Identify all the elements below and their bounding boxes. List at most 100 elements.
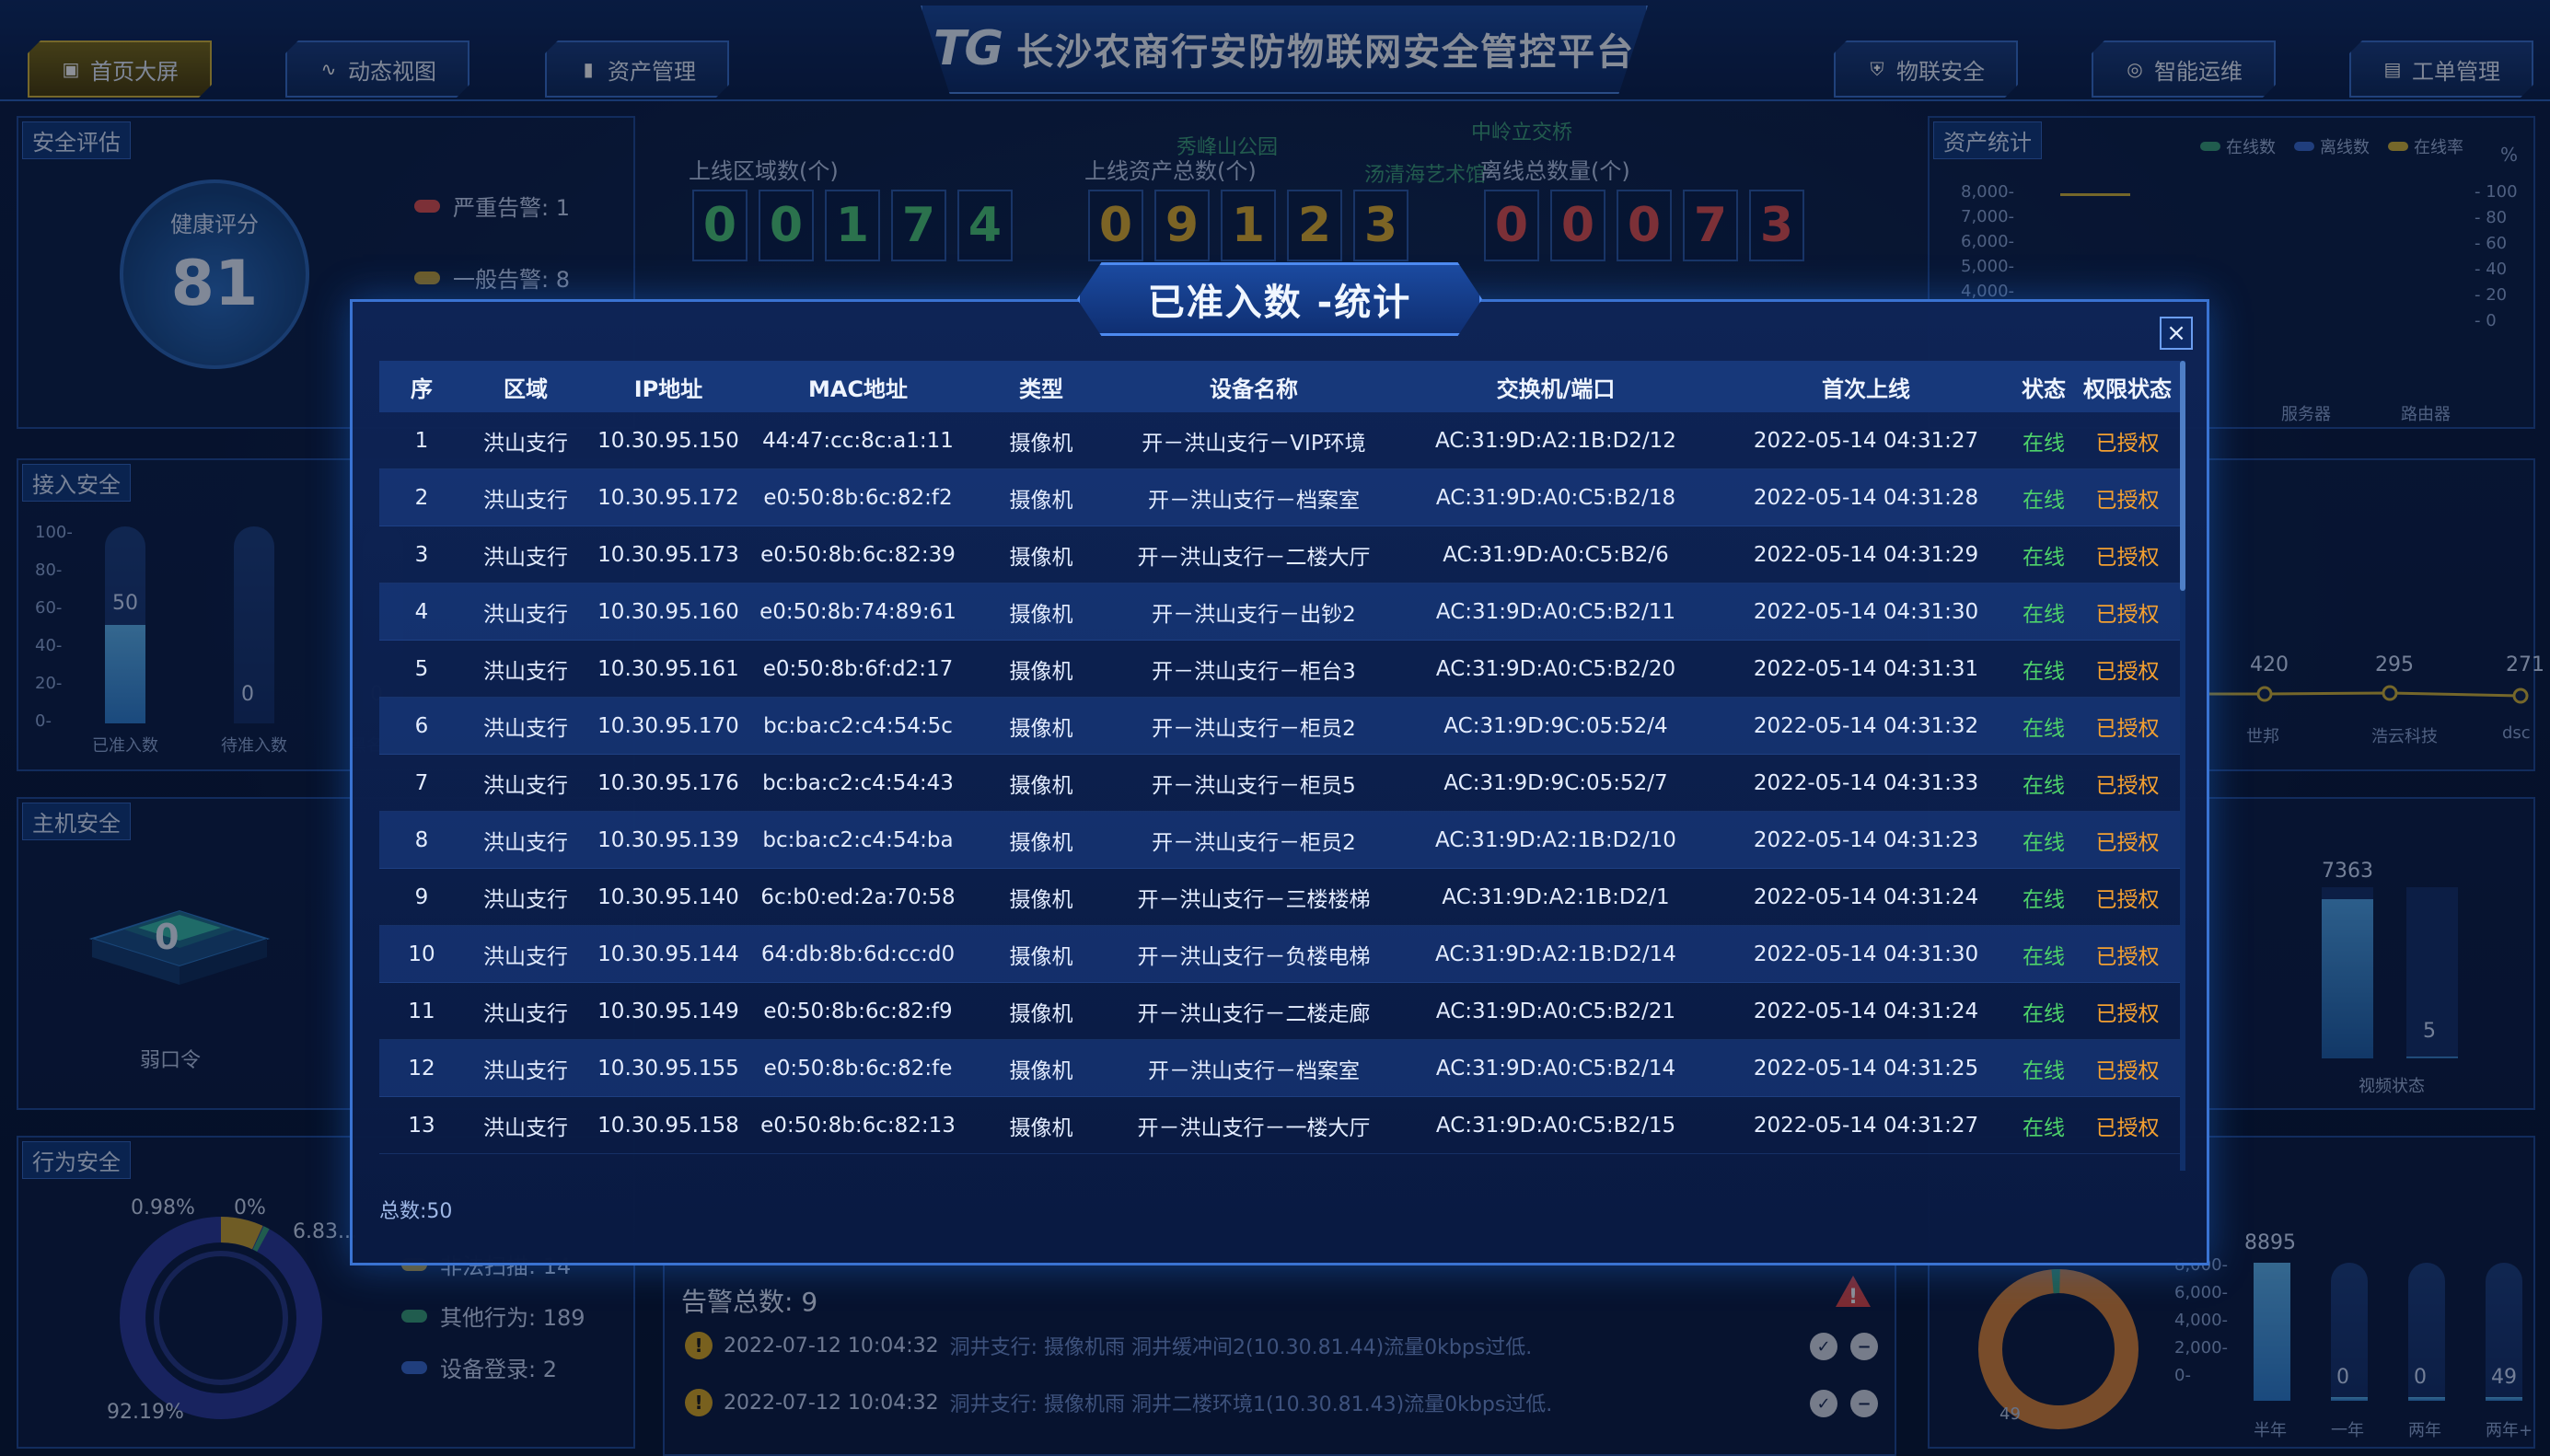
table-row[interactable]: 11 洪山支行 10.30.95.149 e0:50:8b:6c:82:f9 摄像机 开－…	[379, 983, 2180, 1040]
cell-ip: 10.30.95.149	[597, 999, 739, 1023]
cell-region: 洪山支行	[483, 602, 568, 627]
cell-port: AC:31:9D:9C:05:52/7	[1443, 770, 1668, 795]
table-row[interactable]: 10 洪山支行 10.30.95.144 64:db:8b:6d:cc:d0 摄像机 开－…	[379, 926, 2180, 983]
cell-type: 摄像机	[1009, 488, 1073, 513]
modal-title: 已准入数 -统计	[1147, 282, 1412, 324]
cell-name: 开－洪山支行－一楼大厅	[1137, 1115, 1371, 1140]
table-row[interactable]: 9 洪山支行 10.30.95.140 6c:b0:ed:2a:70:58 摄像机 开－洪…	[379, 869, 2180, 926]
cell-auth: 已授权	[2095, 773, 2160, 798]
cell-idx: 7	[414, 770, 429, 795]
cell-idx: 11	[408, 999, 435, 1023]
cell-status: 在线	[2023, 602, 2065, 627]
cell-idx: 8	[414, 827, 429, 852]
cell-region: 洪山支行	[483, 1001, 568, 1026]
cell-status: 在线	[2023, 887, 2065, 912]
cell-mac: e0:50:8b:6c:82:f2	[763, 485, 953, 510]
table-row[interactable]: 6 洪山支行 10.30.95.170 bc:ba:c2:c4:54:5c 摄像机 开－洪…	[379, 698, 2180, 755]
cell-port: AC:31:9D:A0:C5:B2/14	[1435, 1056, 1676, 1080]
cell-port: AC:31:9D:A0:C5:B2/21	[1435, 999, 1676, 1023]
cell-auth: 已授权	[2095, 602, 2160, 627]
cell-type: 摄像机	[1009, 659, 1073, 684]
cell-status: 在线	[2023, 545, 2065, 570]
cell-mac: 64:db:8b:6d:cc:d0	[760, 942, 956, 966]
table-body: 1 洪山支行 10.30.95.150 44:47:cc:8c:a1:11 摄像机 开－洪…	[379, 412, 2180, 1154]
column-header: 区域	[504, 376, 548, 402]
cell-port: AC:31:9D:A0:C5:B2/15	[1435, 1113, 1676, 1138]
column-header: 权限状态	[2083, 376, 2172, 402]
cell-status: 在线	[2023, 716, 2065, 741]
table-row[interactable]: 4 洪山支行 10.30.95.160 e0:50:8b:74:89:61 摄像机 开－洪…	[379, 584, 2180, 641]
column-header: 交换机/端口	[1496, 376, 1616, 402]
column-header: 首次上线	[1822, 376, 1910, 402]
cell-mac: 6c:b0:ed:2a:70:58	[760, 884, 956, 909]
cell-port: AC:31:9D:A0:C5:B2/20	[1435, 656, 1676, 681]
cell-ip: 10.30.95.140	[597, 884, 739, 909]
cell-idx: 12	[408, 1056, 435, 1080]
cell-mac: e0:50:8b:6c:82:f9	[763, 999, 953, 1023]
cell-port: AC:31:9D:A2:1B:D2/12	[1435, 428, 1676, 453]
modal-title-tab: 已准入数 -统计	[1077, 262, 1482, 336]
column-header: 序	[411, 376, 433, 402]
cell-auth: 已授权	[2095, 659, 2160, 684]
cell-ip: 10.30.95.176	[597, 770, 739, 795]
cell-type: 摄像机	[1009, 773, 1073, 798]
table-row[interactable]: 2 洪山支行 10.30.95.172 e0:50:8b:6c:82:f2 摄像机 开－洪…	[379, 469, 2180, 526]
table-row[interactable]: 8 洪山支行 10.30.95.139 bc:ba:c2:c4:54:ba 摄像机 开－洪…	[379, 812, 2180, 869]
column-header: 状态	[2022, 376, 2066, 402]
cell-mac: e0:50:8b:6c:82:13	[760, 1113, 956, 1138]
cell-auth: 已授权	[2095, 944, 2160, 969]
cell-idx: 5	[414, 656, 429, 681]
cell-first: 2022-05-14 04:31:25	[1753, 1056, 1979, 1080]
cell-first: 2022-05-14 04:31:24	[1753, 884, 1979, 909]
cell-port: AC:31:9D:9C:05:52/4	[1443, 713, 1668, 738]
cell-status: 在线	[2023, 659, 2065, 684]
cell-ip: 10.30.95.144	[597, 942, 739, 966]
cell-ip: 10.30.95.172	[597, 485, 739, 510]
table-row[interactable]: 5 洪山支行 10.30.95.161 e0:50:8b:6f:d2:17 摄像机 开－洪…	[379, 641, 2180, 698]
cell-region: 洪山支行	[483, 431, 568, 456]
cell-auth: 已授权	[2095, 488, 2160, 513]
scrollbar-thumb[interactable]	[2180, 361, 2185, 591]
cell-name: 开－洪山支行－柜员2	[1152, 716, 1356, 741]
cell-type: 摄像机	[1009, 1058, 1073, 1083]
close-button[interactable]: ×	[2160, 317, 2193, 350]
cell-region: 洪山支行	[483, 944, 568, 969]
cell-ip: 10.30.95.161	[597, 656, 739, 681]
cell-first: 2022-05-14 04:31:29	[1753, 542, 1979, 567]
cell-auth: 已授权	[2095, 1001, 2160, 1026]
cell-auth: 已授权	[2095, 887, 2160, 912]
cell-ip: 10.30.95.150	[597, 428, 739, 453]
cell-port: AC:31:9D:A2:1B:D2/14	[1435, 942, 1676, 966]
cell-name: 开－洪山支行－档案室	[1148, 1058, 1360, 1083]
cell-region: 洪山支行	[483, 488, 568, 513]
table-row[interactable]: 13 洪山支行 10.30.95.158 e0:50:8b:6c:82:13 摄像机 开－…	[379, 1097, 2180, 1154]
cell-status: 在线	[2023, 1115, 2065, 1140]
cell-mac: e0:50:8b:6c:82:fe	[763, 1056, 953, 1080]
table-scrollbar[interactable]	[2180, 361, 2185, 1171]
cell-auth: 已授权	[2095, 1058, 2160, 1083]
cell-auth: 已授权	[2095, 545, 2160, 570]
cell-first: 2022-05-14 04:31:24	[1753, 999, 1979, 1023]
cell-idx: 13	[408, 1113, 435, 1138]
cell-mac: bc:ba:c2:c4:54:5c	[763, 713, 953, 738]
cell-first: 2022-05-14 04:31:32	[1753, 713, 1979, 738]
cell-idx: 4	[414, 599, 429, 624]
table-row[interactable]: 12 洪山支行 10.30.95.155 e0:50:8b:6c:82:fe 摄像机 开－…	[379, 1040, 2180, 1097]
table-row[interactable]: 3 洪山支行 10.30.95.173 e0:50:8b:6c:82:39 摄像机 开－洪…	[379, 526, 2180, 584]
cell-name: 开－洪山支行－档案室	[1148, 488, 1360, 513]
cell-status: 在线	[2023, 773, 2065, 798]
cell-status: 在线	[2023, 488, 2065, 513]
cell-port: AC:31:9D:A2:1B:D2/1	[1442, 884, 1670, 909]
cell-ip: 10.30.95.173	[597, 542, 739, 567]
cell-mac: e0:50:8b:6c:82:39	[760, 542, 956, 567]
cell-idx: 6	[414, 713, 429, 738]
cell-first: 2022-05-14 04:31:30	[1753, 599, 1979, 624]
column-header: 设备名称	[1210, 376, 1298, 402]
table-row[interactable]: 7 洪山支行 10.30.95.176 bc:ba:c2:c4:54:43 摄像机 开－洪…	[379, 755, 2180, 812]
table-total: 总数:50	[379, 1200, 453, 1223]
cell-name: 开－洪山支行－柜员5	[1152, 773, 1356, 798]
cell-status: 在线	[2023, 431, 2065, 456]
table-row[interactable]: 1 洪山支行 10.30.95.150 44:47:cc:8c:a1:11 摄像机 开－洪…	[379, 412, 2180, 469]
cell-ip: 10.30.95.139	[597, 827, 739, 852]
cell-name: 开－洪山支行－柜员2	[1152, 830, 1356, 855]
